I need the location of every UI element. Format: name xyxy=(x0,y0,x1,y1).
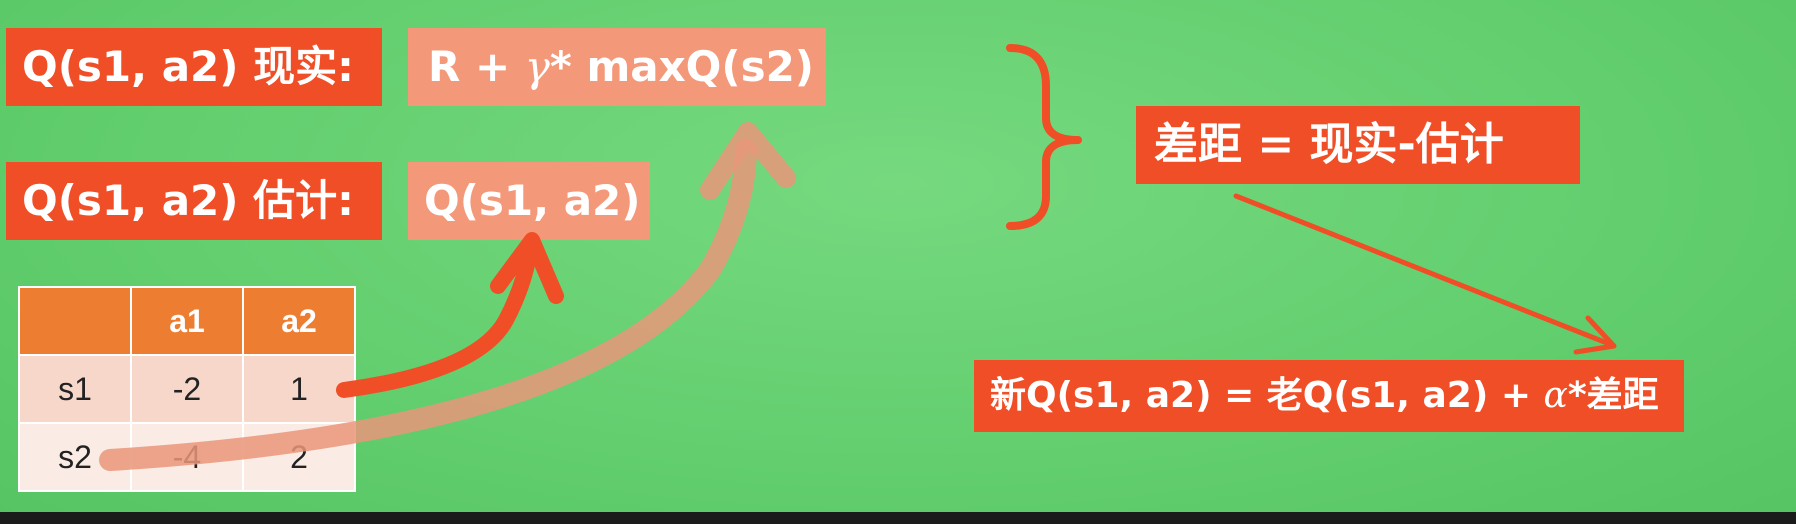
bottom-bar xyxy=(0,512,1796,524)
difference-to-update-arrow xyxy=(1233,193,1615,348)
max-q-s2-arrow xyxy=(99,139,757,471)
diagram-canvas: Q(s1, a2) 现实: R + γ * maxQ(s2) Q(s1, a2) … xyxy=(0,0,1796,524)
curly-brace-icon xyxy=(1006,44,1082,230)
connector-overlay xyxy=(99,44,1617,471)
